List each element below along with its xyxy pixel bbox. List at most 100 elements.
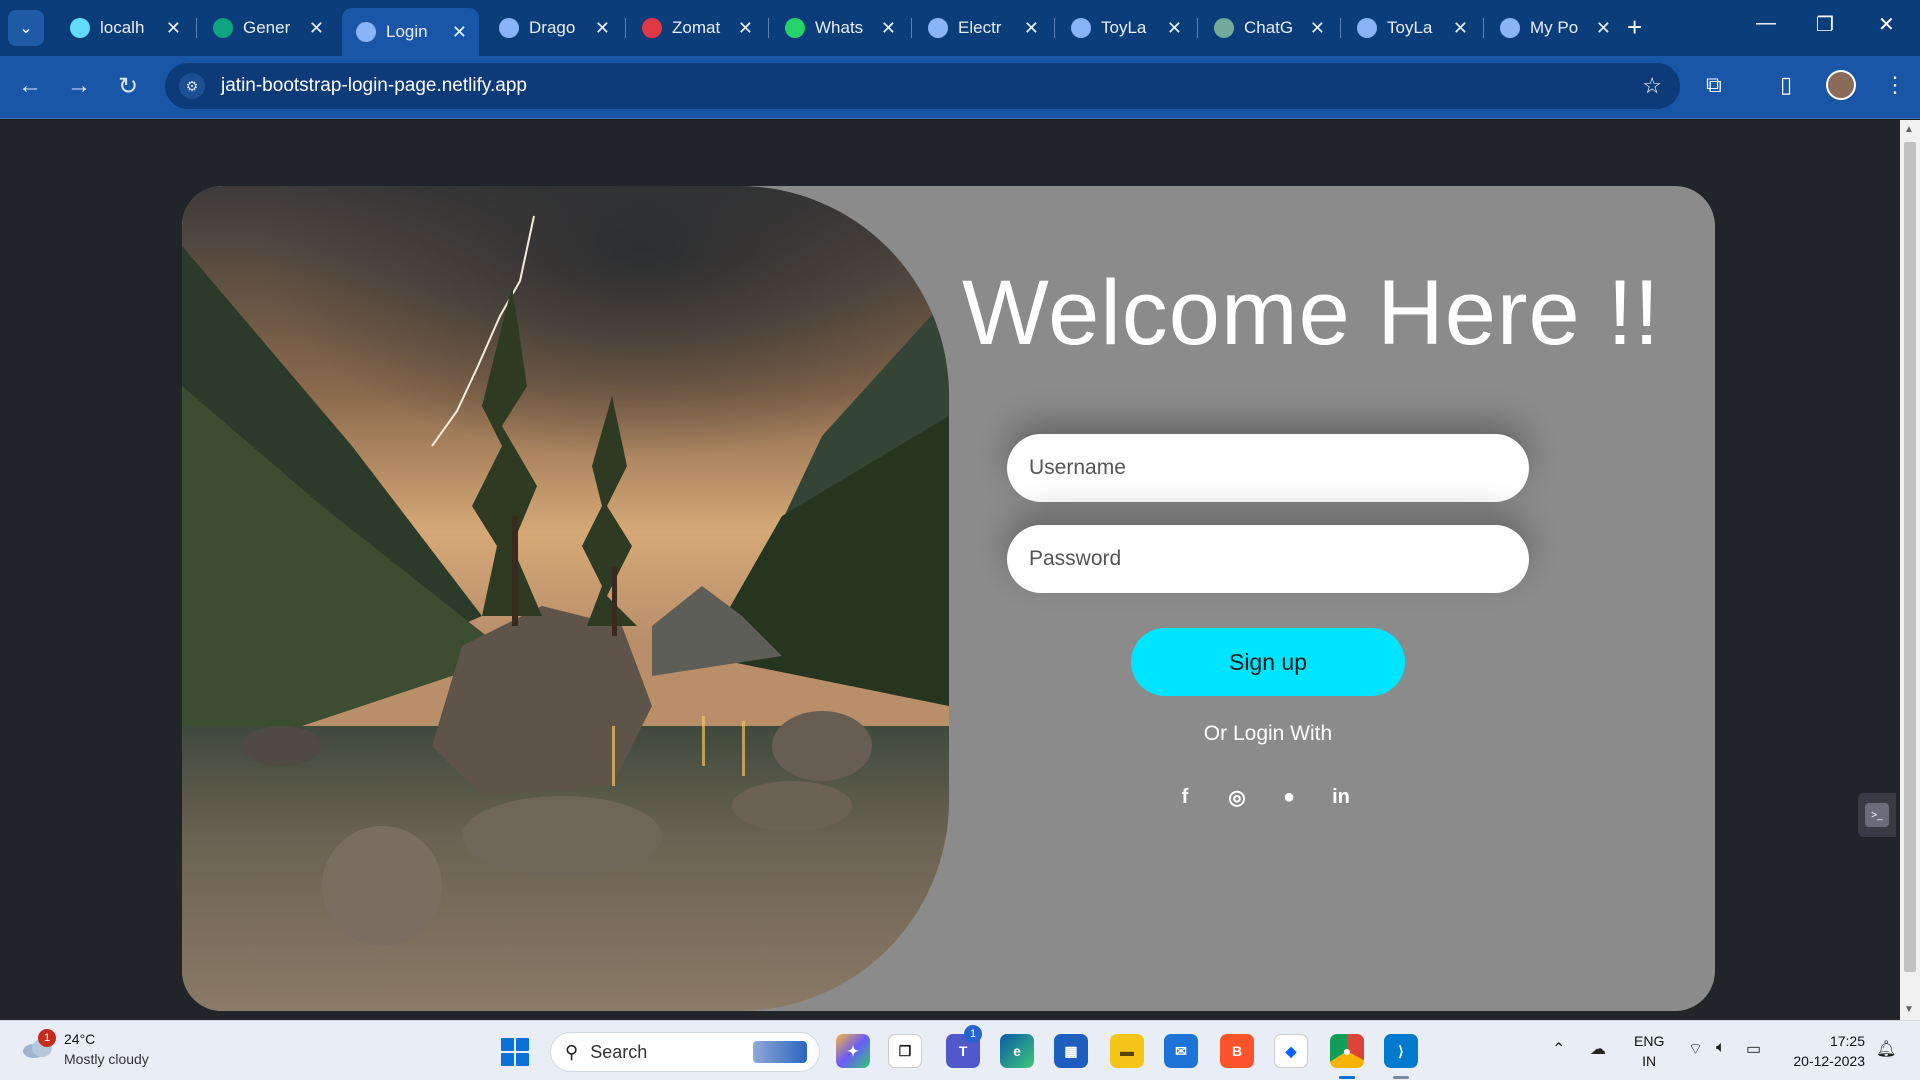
copilot-icon[interactable]: ✦: [836, 1034, 870, 1068]
close-tab-icon[interactable]: ✕: [1453, 18, 1468, 39]
close-tab-icon[interactable]: ✕: [309, 18, 324, 39]
language-indicator[interactable]: ENG IN: [1634, 1031, 1664, 1071]
vscode-icon[interactable]: ⟩: [1384, 1034, 1418, 1068]
browser-tab[interactable]: localh ✕: [56, 8, 193, 48]
store-icon[interactable]: ▦: [1054, 1034, 1088, 1068]
forward-icon[interactable]: →: [63, 70, 95, 102]
address-bar[interactable]: ⚙ jatin-bootstrap-login-page.netlify.app…: [165, 63, 1680, 109]
more-menu-icon[interactable]: ⋮: [1884, 72, 1906, 98]
battery-icon[interactable]: ▭: [1746, 1039, 1761, 1059]
close-window-icon[interactable]: ✕: [1878, 12, 1895, 37]
diamond-icon: [213, 18, 233, 38]
tab-separator: [911, 18, 912, 38]
tab-title: Whats: [815, 18, 864, 37]
vscode-running-indicator: [1393, 1076, 1409, 1079]
windows-taskbar: 1 24°C Mostly cloudy ⚲ Search ✦ ❐ T 1 e …: [0, 1020, 1920, 1080]
close-tab-icon[interactable]: ✕: [166, 18, 181, 39]
chevron-down-icon: ⌄: [19, 20, 33, 37]
tab-title: ToyLa: [1387, 18, 1433, 37]
tab-separator: [1197, 18, 1198, 38]
scroll-down-icon[interactable]: ▼: [1904, 1004, 1914, 1015]
landscape-illustration: [182, 186, 949, 1011]
new-tab-button[interactable]: +: [1627, 12, 1642, 43]
notifications-icon[interactable]: 🔔︎: [1876, 1039, 1896, 1059]
linkedin-icon[interactable]: in: [1328, 784, 1354, 810]
scroll-thumb[interactable]: [1904, 142, 1916, 972]
reload-icon[interactable]: ↻: [112, 70, 144, 102]
close-tab-icon[interactable]: ✕: [1167, 18, 1182, 39]
tab-title: Electr: [958, 18, 1002, 37]
tab-separator: [1340, 18, 1341, 38]
close-tab-icon[interactable]: ✕: [595, 18, 610, 39]
language-code: ENG: [1634, 1033, 1665, 1049]
edge-icon[interactable]: e: [1000, 1034, 1034, 1068]
scroll-up-icon[interactable]: ▲: [1904, 124, 1914, 135]
browser-tab[interactable]: ChatG ✕: [1200, 8, 1337, 48]
browser-toolbar: ← → ↻ ⚙ jatin-bootstrap-login-page.netli…: [0, 56, 1920, 119]
browser-tab[interactable]: Login ✕: [342, 8, 479, 56]
widget-icon: >_: [1865, 803, 1889, 827]
page-scrollbar[interactable]: ▲ ▼: [1900, 120, 1920, 1020]
browser-tab[interactable]: ToyLa ✕: [1057, 8, 1194, 48]
tab-separator: [196, 18, 197, 38]
volume-icon[interactable]: 🔈︎: [1716, 1039, 1726, 1057]
close-tab-icon[interactable]: ✕: [452, 22, 467, 43]
globe-icon: [1500, 18, 1520, 38]
mail-icon[interactable]: ✉: [1164, 1034, 1198, 1068]
browser-tab[interactable]: My Po ✕: [1486, 8, 1623, 48]
floating-side-widget[interactable]: >_: [1858, 793, 1896, 837]
tab-title: Gener: [243, 18, 291, 37]
restore-icon[interactable]: ❐: [1816, 12, 1834, 37]
close-tab-icon[interactable]: ✕: [738, 18, 753, 39]
sign-up-button[interactable]: Sign up: [1131, 628, 1405, 696]
back-icon[interactable]: ←: [14, 70, 46, 102]
tab-separator: [1483, 18, 1484, 38]
github-icon[interactable]: ●: [1276, 784, 1302, 810]
instagram-icon[interactable]: ◎: [1224, 784, 1250, 810]
globe-icon: [1357, 18, 1377, 38]
close-tab-icon[interactable]: ✕: [1310, 18, 1325, 39]
search-highlight-image: [753, 1041, 807, 1063]
file-explorer-icon[interactable]: ▬: [1110, 1034, 1144, 1068]
hero-landscape-image: [182, 186, 949, 1011]
minimize-icon[interactable]: —: [1756, 12, 1776, 35]
close-tab-icon[interactable]: ✕: [1596, 18, 1611, 39]
react-icon: [70, 18, 90, 38]
browser-tab[interactable]: Drago ✕: [485, 8, 622, 48]
site-info-icon[interactable]: ⚙: [179, 73, 205, 99]
login-card: Welcome Here !! Sign up Or Login With f ◎…: [182, 186, 1715, 1011]
dropbox-icon[interactable]: ◆: [1274, 1034, 1308, 1068]
browser-tab[interactable]: Zomat ✕: [628, 8, 765, 48]
tab-title: Drago: [529, 18, 576, 37]
taskbar-search[interactable]: ⚲ Search: [550, 1032, 820, 1072]
username-input[interactable]: [1007, 434, 1529, 502]
chrome-icon[interactable]: ●: [1330, 1034, 1364, 1068]
close-tab-icon[interactable]: ✕: [881, 18, 896, 39]
side-panel-icon[interactable]: ▯: [1780, 72, 1792, 98]
profile-avatar[interactable]: [1826, 70, 1856, 100]
facebook-icon[interactable]: f: [1172, 784, 1198, 810]
start-button[interactable]: [501, 1038, 529, 1066]
system-clock[interactable]: 17:25 20-12-2023: [1785, 1031, 1865, 1071]
chrome-running-indicator: [1339, 1076, 1355, 1079]
weather-desc[interactable]: Mostly cloudy: [64, 1051, 149, 1067]
wifi-icon[interactable]: ⌔: [1688, 1039, 1703, 1059]
browser-tab[interactable]: Electr ✕: [914, 8, 1051, 48]
weather-temp[interactable]: 24°C: [64, 1031, 95, 1047]
browser-tab[interactable]: Gener ✕: [199, 8, 336, 48]
password-input[interactable]: [1007, 525, 1529, 593]
chatgpt-icon: [1214, 18, 1234, 38]
tab-strip: ⌄ localh ✕ Gener ✕ Login ✕ Drago ✕ Zomat ✕ Whats ✕ E…: [0, 0, 1920, 56]
url-text[interactable]: jatin-bootstrap-login-page.netlify.app: [221, 75, 527, 97]
brave-icon[interactable]: B: [1220, 1034, 1254, 1068]
tray-overflow-chevron-icon[interactable]: ⌃: [1552, 1039, 1565, 1059]
task-view-icon[interactable]: ❐: [888, 1034, 922, 1068]
browser-tab[interactable]: Whats ✕: [771, 8, 908, 48]
browser-tab[interactable]: ToyLa ✕: [1343, 8, 1480, 48]
onedrive-icon[interactable]: ☁: [1590, 1039, 1606, 1059]
tab-search-button[interactable]: ⌄: [8, 10, 44, 46]
extensions-icon[interactable]: ⧉: [1706, 72, 1722, 98]
region-code: IN: [1642, 1053, 1657, 1069]
close-tab-icon[interactable]: ✕: [1024, 18, 1039, 39]
bookmark-star-icon[interactable]: ☆: [1642, 73, 1662, 99]
